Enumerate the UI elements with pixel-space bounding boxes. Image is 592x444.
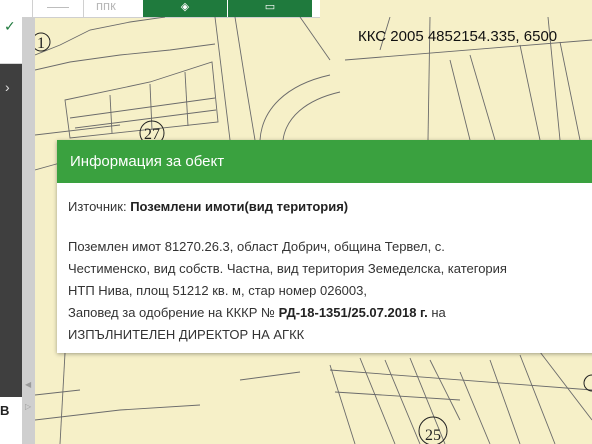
popup-line-2: Честименско, вид собств. Частна, вид тер… [68,261,507,276]
popup-title: Информация за обект [57,140,592,183]
toolbar: ппк ◈ ▭ [0,0,320,18]
left-panel-label: В [0,403,10,418]
order-number: РД-18-1351/25.07.2018 г. [278,305,428,320]
order-prefix: Заповед за одобрение на КККР № [68,305,279,320]
source-value: Поземлени имоти(вид територия) [130,199,349,214]
document-icon: ▭ [264,1,276,13]
toolbar-button-1[interactable] [0,0,33,17]
scroll-down-icon[interactable]: ◀ [25,380,31,389]
layers-button[interactable]: ◈ [143,0,227,17]
left-panel [0,17,22,397]
toolbar-text: ппк [96,0,116,13]
popup-line-1: Поземлен имот 81270.26.3, област Добрич,… [68,239,445,254]
order-suffix: на [427,305,446,320]
parcel-label-25: 25 [425,427,441,444]
chevron-right-icon[interactable]: › [5,79,10,95]
scroll-up-icon[interactable]: ▷ [25,402,31,411]
popup-line-3: НТП Нива, площ 51212 кв. м, стар номер 0… [68,283,367,298]
popup-body: Източник: Поземлени имоти(вид територия)… [57,183,592,346]
object-info-popup: Информация за обект Източник: Поземлени … [57,140,592,353]
check-icon: ✓ [4,18,16,34]
menu-lines-icon [47,7,69,8]
print-button[interactable]: ▭ [228,0,312,17]
popup-source: Източник: Поземлени имоти(вид територия) [68,196,592,218]
popup-line-5: ИЗПЪЛНИТЕЛЕН ДИРЕКТОР НА АГКК [68,327,305,342]
coordinate-readout: ККС 2005 4852154.335, 6500 [358,28,558,45]
toolbar-button-2[interactable] [33,0,84,17]
parcel-label-1: 1 [37,35,45,52]
popup-line-4: Заповед за одобрение на КККР № РД-18-135… [68,302,592,324]
layers-icon: ◈ [180,1,190,13]
source-label: Източник: [68,199,131,214]
